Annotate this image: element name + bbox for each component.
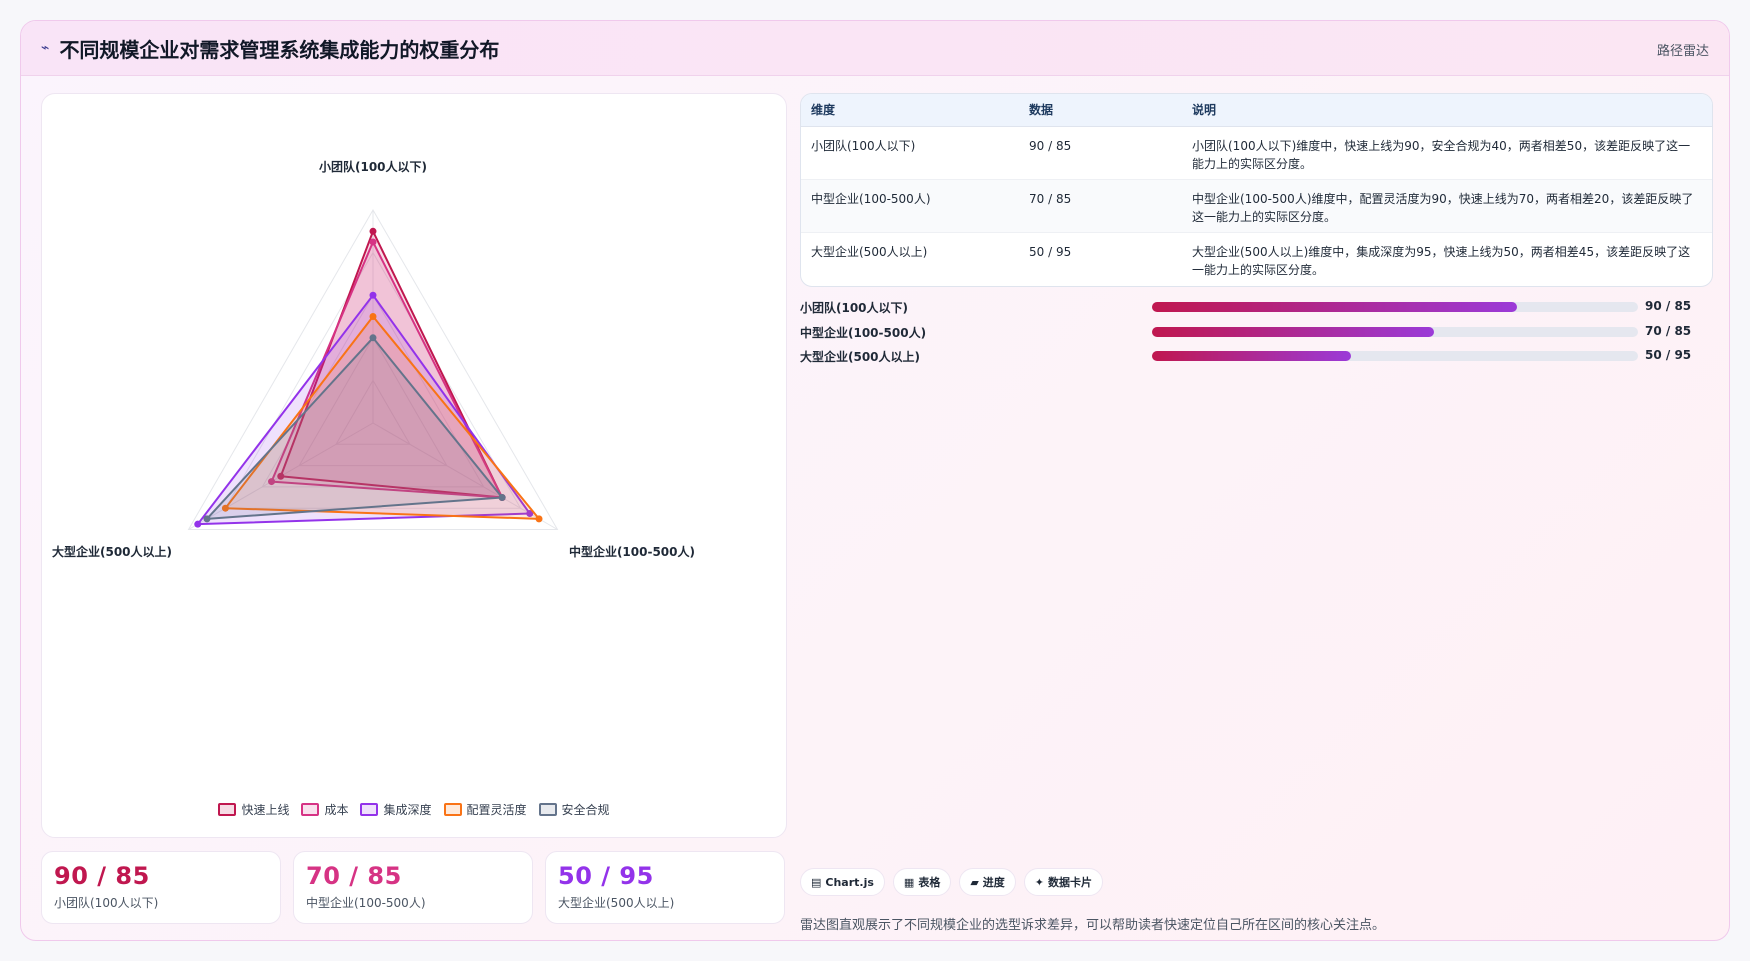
table-cell-data: 50 / 95	[1029, 244, 1072, 259]
legend-item[interactable]: 集成深度	[360, 801, 432, 818]
radar-logo-icon: ⌁	[41, 40, 50, 56]
legend-label: 配置灵活度	[466, 803, 527, 817]
chip-chartjs[interactable]: ▤ Chart.js	[800, 868, 885, 896]
table-header: 说明	[1182, 94, 1712, 127]
radar-data-point	[535, 515, 543, 523]
table-cell-data: 70 / 85	[1019, 179, 1182, 233]
radar-axis-label: 大型企业(500人以上)	[52, 544, 172, 559]
kpi-label: 大型企业(500人以上)	[558, 896, 675, 910]
chip-data-card[interactable]: ✦ 数据卡片	[1023, 868, 1104, 896]
chart-legend: 快速上线 成本 集成深度 配置灵活度 安全合规	[42, 801, 786, 818]
chip-table[interactable]: ▦ 表格	[892, 868, 952, 896]
legend-swatch	[443, 803, 462, 816]
table-cell-dimension: 大型企业(500人以上)	[811, 244, 928, 259]
sparkle-icon: ✦	[1034, 875, 1045, 889]
progress-list: 小团队(100人以下) 90 / 85 中型企业(100-500人) 70 / …	[800, 296, 1713, 370]
legend-item[interactable]: 配置灵活度	[443, 801, 527, 818]
legend-item[interactable]: 快速上线	[218, 801, 289, 818]
kpi-card-medium: 70 / 85 中型企业(100-500人)	[293, 851, 533, 924]
kpi-label: 中型企业(100-500人)	[306, 896, 426, 910]
radar-data-point	[498, 494, 506, 502]
radar-data-point	[203, 515, 211, 523]
page-title: 不同规模企业对需求管理系统集成能力的权重分布	[59, 37, 500, 62]
chart-icon: ▤	[811, 875, 822, 889]
radar-data-point	[369, 291, 377, 299]
legend-swatch	[538, 803, 557, 816]
progress-label: 大型企业(500人以上)	[800, 350, 921, 364]
chip-progress[interactable]: ▰ 进度	[959, 868, 1016, 896]
legend-label: 集成深度	[383, 803, 432, 817]
kpi-card-large: 50 / 95 大型企业(500人以上)	[545, 851, 785, 924]
legend-label: 成本	[324, 803, 349, 817]
tech-chips: ▤ Chart.js ▦ 表格 ▰ 进度 ✦ 数据卡片	[800, 868, 1104, 896]
progress-row: 大型企业(500人以上) 50 / 95	[800, 345, 1713, 370]
progress-fill	[1152, 302, 1517, 312]
progress-row: 小团队(100人以下) 90 / 85	[800, 296, 1713, 321]
table-cell-dimension: 小团队(100人以下)	[801, 126, 1019, 180]
chip-label: 进度	[982, 876, 1005, 889]
table-cell-description: 中型企业(100-500人)维度中，配置灵活度为90，快速上线为70，两者相差2…	[1182, 179, 1712, 233]
data-table-card: 维度 数据 说明 小团队(100人以下) 90 / 85 小团队(100人以下)…	[800, 93, 1713, 287]
radar-data-point	[369, 334, 377, 342]
radar-data-point	[369, 238, 377, 246]
progress-value: 50 / 95	[1645, 348, 1692, 362]
progress-value: 90 / 85	[1645, 299, 1692, 313]
radar-chart-card: 小团队(100人以下) 中型企业(100-500人) 大型企业(500人以上) 快速…	[41, 93, 787, 838]
kpi-value: 50 / 95	[558, 862, 654, 890]
kpi-card-small: 90 / 85 小团队(100人以下)	[41, 851, 281, 924]
legend-item[interactable]: 成本	[301, 801, 348, 818]
legend-swatch	[301, 803, 320, 816]
data-table: 维度 数据 说明 小团队(100人以下) 90 / 85 小团队(100人以下)…	[801, 94, 1712, 285]
radar-data-point	[369, 227, 377, 235]
dashboard-frame: ⌁ 不同规模企业对需求管理系统集成能力的权重分布 路径雷达 小团队(100人以下…	[20, 20, 1730, 941]
progress-icon: ▰	[970, 875, 979, 889]
table-header: 维度	[801, 94, 1019, 127]
progress-track	[1152, 351, 1638, 361]
radar-data-point	[369, 313, 377, 320]
legend-swatch	[218, 803, 237, 816]
table-row: 大型企业(500人以上) 50 / 95 大型企业(500人以上)维度中，集成深…	[801, 232, 1712, 285]
progress-label: 小团队(100人以下)	[800, 301, 909, 315]
table-row: 中型企业(100-500人) 70 / 85 中型企业(100-500人)维度中…	[801, 179, 1712, 233]
progress-value: 70 / 85	[1645, 323, 1692, 338]
radar-axis-label: 中型企业(100-500人)	[569, 544, 695, 559]
footnote: 雷达图直观展示了不同规模企业的选型诉求差异，可以帮助读者快速定位自己所在区间的核…	[800, 918, 1386, 933]
kpi-value: 70 / 85	[306, 862, 402, 890]
progress-fill	[1152, 351, 1352, 361]
progress-fill	[1152, 326, 1434, 337]
table-row: 小团队(100人以下) 90 / 85 小团队(100人以下)维度中，快速上线为…	[801, 126, 1712, 180]
kpi-label: 小团队(100人以下)	[54, 896, 159, 910]
chip-label: Chart.js	[825, 875, 874, 889]
table-icon: ▦	[903, 875, 915, 889]
header-tag: 路径雷达	[1656, 44, 1709, 59]
progress-track	[1152, 302, 1638, 312]
table-cell-data: 90 / 85	[1019, 126, 1182, 180]
table-cell-description: 小团队(100人以下)维度中，快速上线为90，安全合规为40，两者相差50，该差…	[1182, 126, 1712, 180]
kpi-value: 90 / 85	[54, 862, 150, 890]
legend-item[interactable]: 安全合规	[538, 801, 610, 818]
progress-track	[1152, 326, 1638, 337]
table-cell-dimension: 中型企业(100-500人)	[801, 179, 1019, 233]
radar-chart: 小团队(100人以下) 中型企业(100-500人) 大型企业(500人以上)	[52, 159, 695, 559]
table-header: 数据	[1019, 94, 1182, 127]
radar-axis-label: 小团队(100人以下)	[319, 159, 427, 174]
table-cell-description: 大型企业(500人以上)维度中，集成深度为95，快速上线为50，两者相差45，该…	[1192, 244, 1691, 277]
header: ⌁ 不同规模企业对需求管理系统集成能力的权重分布 路径雷达	[21, 21, 1729, 76]
legend-label: 安全合规	[561, 803, 610, 817]
radar-data-point	[194, 520, 202, 528]
progress-label: 中型企业(100-500人)	[800, 325, 927, 340]
chip-label: 表格	[918, 876, 941, 889]
legend-label: 快速上线	[241, 803, 290, 817]
chip-label: 数据卡片	[1048, 876, 1093, 889]
progress-row: 中型企业(100-500人) 70 / 85	[800, 321, 1713, 346]
legend-swatch	[360, 803, 379, 816]
